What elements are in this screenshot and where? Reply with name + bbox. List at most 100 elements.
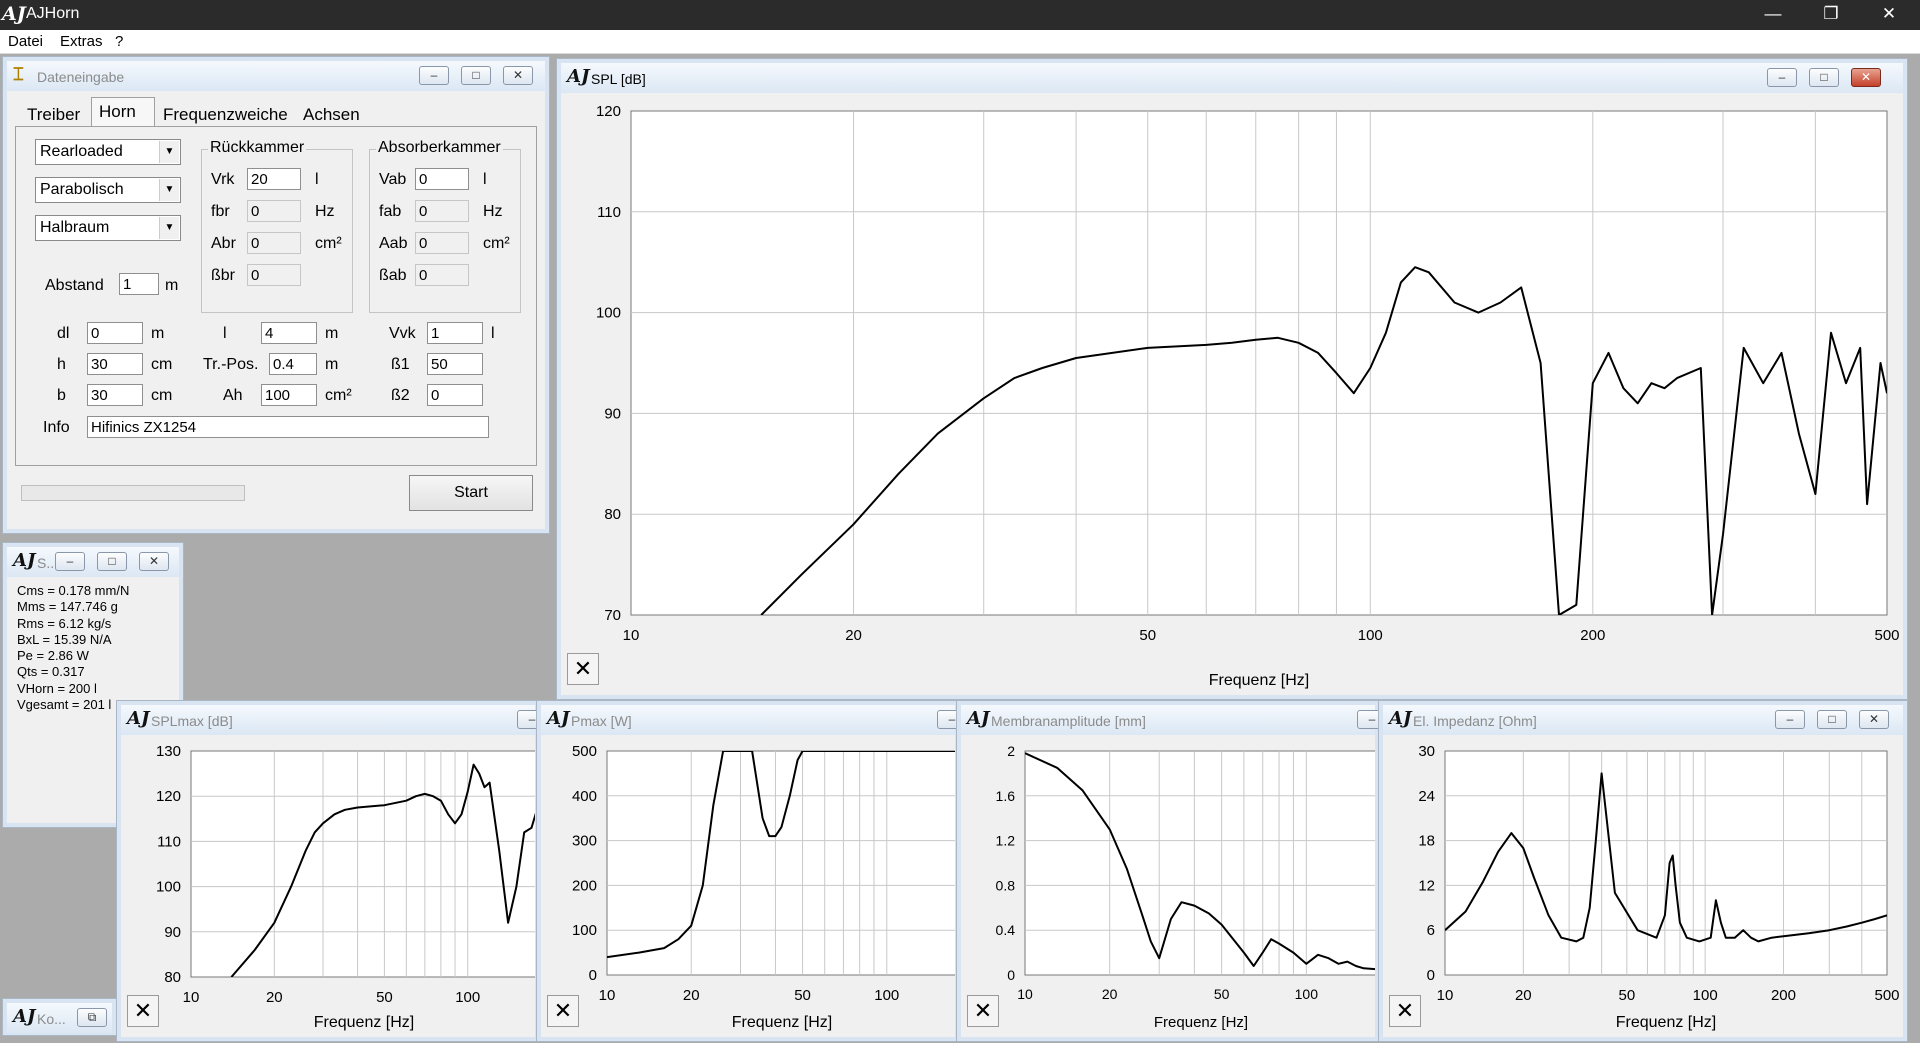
abstand-input[interactable]: 1 bbox=[119, 273, 159, 295]
y-tick-label: 0 bbox=[1427, 967, 1435, 984]
tab-treiber[interactable]: Treiber bbox=[27, 105, 80, 125]
x-tick-label: 10 bbox=[183, 989, 200, 1006]
window-maximize-button[interactable]: □ bbox=[1809, 68, 1839, 87]
tab-frequenzweiche[interactable]: Frequenzweiche bbox=[163, 105, 288, 125]
x-tick-label: 50 bbox=[1214, 986, 1230, 1002]
window-caption[interactable]: AJ Membranamplitude [mm] – bbox=[961, 705, 1387, 735]
b1-input[interactable]: 50 bbox=[427, 353, 483, 375]
trpos-input[interactable]: 0.4 bbox=[269, 353, 317, 375]
window-maximize-button[interactable]: □ bbox=[97, 552, 127, 571]
y-tick-label: 100 bbox=[572, 922, 597, 939]
b2-label: ß2 bbox=[391, 387, 410, 404]
window-caption[interactable]: ⌶ Dateneingabe – □ ✕ bbox=[7, 61, 545, 91]
menu-extras[interactable]: Extras bbox=[60, 33, 103, 50]
window-minimize-button[interactable]: – bbox=[1767, 68, 1797, 87]
membran-svg: 00.40.81.21.62102050100200Frequenz [Hz] bbox=[996, 743, 1375, 1031]
window-maximize-button[interactable]: □ bbox=[1817, 710, 1847, 729]
y-tick-label: 18 bbox=[1418, 833, 1435, 850]
window-caption[interactable]: AJ S.. – □ ✕ bbox=[7, 547, 179, 577]
impedanz-chart-window: AJ El. Impedanz [Ohm] – □ ✕ 0 6 12 18 24 30 10… bbox=[1378, 700, 1908, 1042]
trpos-label: Tr.-Pos. bbox=[203, 356, 259, 373]
close-chart-button[interactable]: ✕ bbox=[547, 995, 579, 1027]
impedanz-svg: 0 6 12 18 24 30 10 20 50 100 200 500 Frequenz [Hz] bbox=[1418, 743, 1899, 1031]
fab-input[interactable]: 0 bbox=[415, 200, 469, 222]
ah-label: Ah bbox=[223, 387, 243, 404]
fbr-input[interactable]: 0 bbox=[247, 200, 301, 222]
x-axis-label: Frequenz [Hz] bbox=[732, 1014, 832, 1031]
tab-achsen[interactable]: Achsen bbox=[303, 105, 360, 125]
chevron-down-icon: ▼ bbox=[159, 141, 179, 163]
window-minimize-button[interactable]: – bbox=[55, 552, 85, 571]
window-caption[interactable]: AJ SPLmax [dB] – bbox=[121, 705, 547, 735]
aj-logo-icon: AJ bbox=[13, 550, 36, 571]
close-chart-button[interactable]: ✕ bbox=[1389, 995, 1421, 1027]
y-tick-label: 400 bbox=[572, 788, 597, 805]
window-title: Membranamplitude [mm] bbox=[991, 713, 1146, 729]
window-title: SPLmax [dB] bbox=[151, 713, 233, 729]
x-tick-label: 20 bbox=[266, 989, 283, 1006]
window-minimize-button[interactable]: – bbox=[1775, 710, 1805, 729]
l-input[interactable]: 4 bbox=[261, 322, 317, 344]
vrk-input[interactable]: 20 bbox=[247, 168, 301, 190]
restore-button[interactable]: ❐ bbox=[1808, 0, 1854, 30]
start-button[interactable]: Start bbox=[409, 475, 533, 511]
y-tick-label: 500 bbox=[572, 743, 597, 760]
window-caption[interactable]: AJ El. Impedanz [Ohm] – □ ✕ bbox=[1383, 705, 1903, 735]
pmax-chart: 0100200300400500102050100200Frequenz [Hz… bbox=[541, 735, 955, 1037]
info-input[interactable]: Hifinics ZX1254 bbox=[87, 416, 489, 438]
mdi-workspace: AJ S.. – □ ✕ Cms = 0.178 mm/N Mms = 147.… bbox=[0, 54, 1920, 1043]
bbr-input[interactable]: 0 bbox=[247, 264, 301, 286]
window-close-button[interactable]: ✕ bbox=[503, 66, 533, 85]
absorberkammer-title: Absorberkammer bbox=[376, 139, 503, 157]
aj-logo-icon: AJ bbox=[1389, 708, 1412, 729]
window-minimize-button[interactable]: – bbox=[419, 66, 449, 85]
aab-input[interactable]: 0 bbox=[415, 232, 469, 254]
menu-help[interactable]: ? bbox=[115, 33, 123, 50]
horn-type-select[interactable]: Rearloaded ▼ bbox=[35, 139, 181, 165]
vvk-input[interactable]: 1 bbox=[427, 322, 483, 344]
info-label: Info bbox=[43, 419, 70, 436]
minimized-window[interactable]: AJ Ko... ⧉ bbox=[2, 998, 117, 1036]
y-tick-label: 0 bbox=[1007, 967, 1015, 983]
window-close-button[interactable]: ✕ bbox=[1851, 68, 1881, 87]
x-tick-label: 20 bbox=[1515, 987, 1532, 1004]
vrk-unit: l bbox=[315, 171, 319, 188]
menu-datei[interactable]: Datei bbox=[8, 33, 43, 50]
window-caption[interactable]: AJ Pmax [W] – bbox=[541, 705, 967, 735]
y-tick-label: 130 bbox=[156, 743, 181, 760]
b-input[interactable]: 30 bbox=[87, 384, 143, 406]
tab-horn[interactable]: Horn bbox=[99, 102, 136, 122]
y-tick-label: 100 bbox=[596, 305, 621, 322]
window-restore-button[interactable]: ⧉ bbox=[77, 1008, 107, 1027]
b2-input[interactable]: 0 bbox=[427, 384, 483, 406]
window-caption[interactable]: AJ Ko... ⧉ bbox=[7, 1003, 112, 1033]
l-label: l bbox=[223, 325, 227, 342]
close-chart-button[interactable]: ✕ bbox=[567, 653, 599, 685]
window-caption[interactable]: AJ SPL [dB] – □ ✕ bbox=[561, 63, 1903, 93]
dl-unit: m bbox=[151, 325, 165, 342]
abr-unit: cm² bbox=[315, 235, 342, 252]
window-close-button[interactable]: ✕ bbox=[1859, 710, 1889, 729]
y-tick-label: 6 bbox=[1427, 922, 1435, 939]
h-input[interactable]: 30 bbox=[87, 353, 143, 375]
minimize-button[interactable]: — bbox=[1750, 0, 1796, 30]
x-tick-label: 10 bbox=[599, 987, 616, 1004]
window-maximize-button[interactable]: □ bbox=[461, 66, 491, 85]
vvk-unit: l bbox=[491, 325, 495, 342]
horn-profile-select[interactable]: Parabolisch ▼ bbox=[35, 177, 181, 203]
spl-chart-window: AJ SPL [dB] – □ ✕ 70 80 90 100 110 120 10 20 50 1… bbox=[556, 58, 1908, 700]
dl-input[interactable]: 0 bbox=[87, 322, 143, 344]
y-tick-label: 0.8 bbox=[996, 877, 1016, 893]
radiation-space-select[interactable]: Halbraum ▼ bbox=[35, 215, 181, 241]
close-chart-button[interactable]: ✕ bbox=[127, 995, 159, 1027]
window-title: Pmax [W] bbox=[571, 713, 632, 729]
vab-input[interactable]: 0 bbox=[415, 168, 469, 190]
abr-input[interactable]: 0 bbox=[247, 232, 301, 254]
close-chart-button[interactable]: ✕ bbox=[967, 995, 999, 1027]
ah-input[interactable]: 100 bbox=[261, 384, 317, 406]
window-close-button[interactable]: ✕ bbox=[139, 552, 169, 571]
close-button[interactable]: ✕ bbox=[1866, 0, 1912, 30]
bab-input[interactable]: 0 bbox=[415, 264, 469, 286]
pmax-chart-window: AJ Pmax [W] – 01002003004005001020501002… bbox=[536, 700, 967, 1042]
h-label: h bbox=[57, 356, 66, 373]
